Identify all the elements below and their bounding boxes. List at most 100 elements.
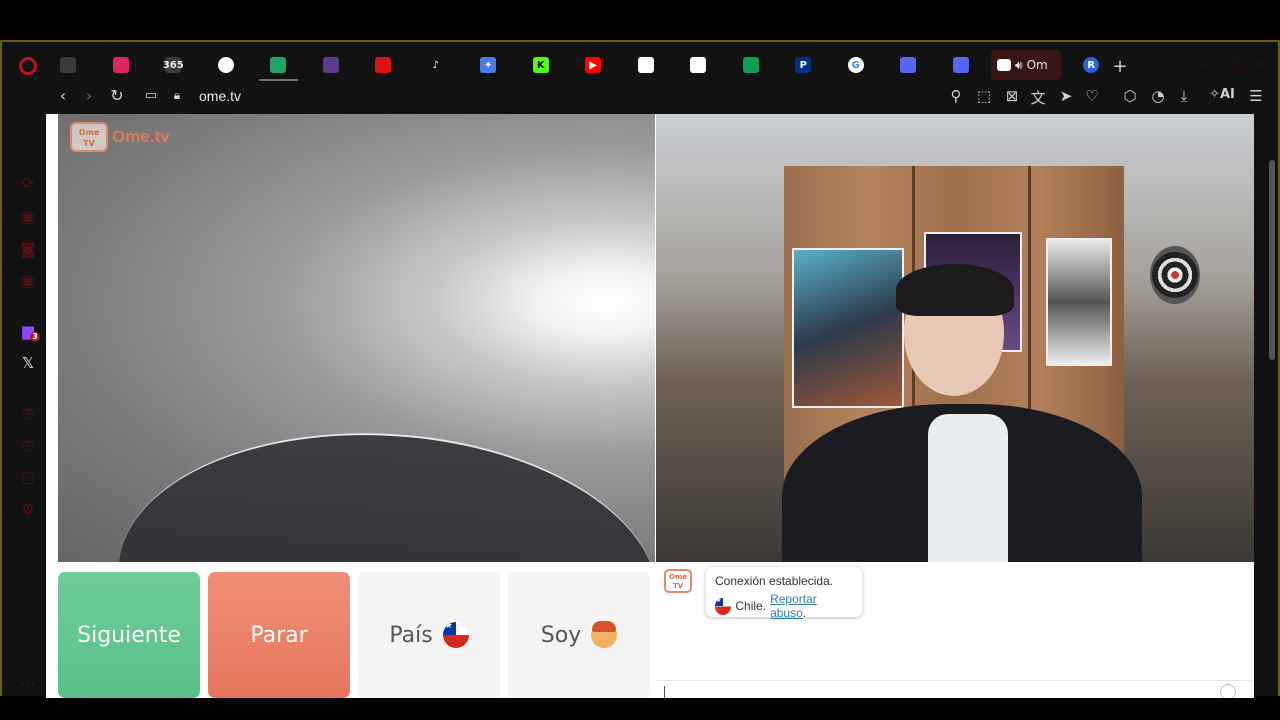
next-button[interactable]: Siguiente	[58, 572, 200, 698]
search-tabs-icon[interactable]: ⌕	[1168, 58, 1175, 73]
logo-text: Ome.tv	[112, 127, 170, 146]
tab[interactable]: ♪	[410, 50, 463, 80]
red-circle-icon	[375, 57, 392, 73]
sidebar-settings-icon[interactable]: ⚙	[18, 500, 38, 520]
menu-icon[interactable]: ☰	[1246, 87, 1266, 105]
tab[interactable]: K	[515, 50, 568, 80]
tab[interactable]: P	[777, 50, 830, 80]
extensions-icon[interactable]: ⬡	[1120, 87, 1140, 105]
sidebar-chat-icon[interactable]: ◙	[18, 240, 38, 260]
twitch-icon[interactable]: ▆ 3	[18, 322, 40, 342]
chile-flag-icon	[715, 597, 732, 615]
poster	[792, 248, 904, 408]
google-icon: G	[847, 57, 864, 73]
tab-strip: 365 ♪ ✦ K ▶ P G 🔊︎ Om R	[42, 50, 1118, 81]
self-video	[656, 114, 1254, 562]
tab[interactable]	[95, 50, 148, 80]
sidebar-box-icon[interactable]: ▢	[18, 468, 38, 488]
tab[interactable]	[725, 50, 778, 80]
sidebar-history-icon[interactable]: ◷	[18, 404, 38, 424]
new-tab-button[interactable]: +	[1110, 56, 1130, 77]
country-button[interactable]: País	[358, 572, 500, 698]
ometv-logo-icon: Ome TV	[70, 122, 108, 152]
maximize-button[interactable]: ❐	[1228, 58, 1240, 73]
tab[interactable]	[252, 50, 305, 81]
tab[interactable]	[882, 50, 935, 80]
tinder-icon	[112, 57, 129, 73]
translate-icon[interactable]: 文	[1028, 87, 1048, 108]
tab[interactable]: 365	[147, 50, 200, 80]
365-icon: 365	[163, 57, 184, 73]
ai-label: AI	[1220, 87, 1235, 102]
star-circle-icon	[217, 57, 234, 73]
url-field[interactable]: ome.tv	[199, 88, 241, 104]
active-tab-label: Om	[1026, 58, 1048, 72]
sidebar-clock-icon[interactable]: ◴	[18, 436, 38, 456]
tab[interactable]	[935, 50, 988, 80]
dartboard	[1150, 246, 1200, 304]
github-icon	[637, 57, 654, 73]
stop-button-label: Parar	[250, 622, 308, 648]
profile-icon[interactable]: ◔	[1148, 87, 1168, 105]
logo-badge-bottom: TV	[83, 139, 95, 148]
sheets-icon	[742, 57, 759, 73]
r-letter-icon: R	[1083, 57, 1100, 73]
camera-icon[interactable]: ▭	[140, 88, 162, 103]
video-shape	[108, 415, 655, 562]
google-drive-icon	[270, 57, 287, 73]
discord-icon	[952, 57, 969, 73]
heart-icon[interactable]: ♡	[1082, 87, 1102, 105]
opera-logo-icon[interactable]	[19, 57, 37, 75]
download-icon[interactable]: ⤓	[1174, 87, 1194, 105]
tab[interactable]: G	[830, 50, 883, 80]
tiktok-icon: ♪	[427, 57, 444, 73]
scrollbar-thumb[interactable]	[1269, 160, 1275, 360]
tab[interactable]	[42, 50, 95, 80]
tab[interactable]: ✦	[462, 50, 515, 80]
chat-avatar-top: Ome	[669, 573, 687, 581]
sidebar-arrow-icon[interactable]: ⟳	[18, 174, 38, 194]
page-scrollbar[interactable]	[1268, 156, 1276, 696]
sidebar-music-icon[interactable]: ▣	[18, 272, 38, 292]
close-window-button[interactable]: ✕	[1256, 58, 1267, 73]
tab[interactable]: ▶	[567, 50, 620, 80]
adblock-icon[interactable]: ⊠	[1002, 87, 1022, 105]
tab[interactable]	[200, 50, 253, 80]
gender-button[interactable]: Soy	[508, 572, 650, 698]
paypal-icon: P	[795, 57, 812, 73]
globe-icon	[322, 57, 339, 73]
logo-badge-top: Ome	[78, 128, 100, 137]
chile-flag-icon	[442, 622, 469, 648]
tab[interactable]	[672, 50, 725, 80]
tab[interactable]	[305, 50, 358, 80]
x-icon[interactable]: 𝕏	[18, 354, 38, 374]
system-message: Conexión establecida. Chile. Reportar ab…	[706, 567, 862, 620]
controls-panel: Siguiente Parar País Soy	[58, 572, 655, 698]
connection-status: Conexión establecida.	[715, 574, 834, 588]
pin-icon[interactable]: ⚲	[946, 87, 966, 105]
minimize-button[interactable]: —	[1200, 58, 1213, 73]
reload-button[interactable]: ↻	[106, 86, 128, 105]
kick-icon: K	[532, 57, 549, 73]
youtube-icon: ▶	[585, 57, 602, 73]
tab[interactable]	[357, 50, 410, 80]
sidebar-more-icon[interactable]: ⋯	[18, 674, 38, 694]
back-button[interactable]: ‹	[52, 86, 74, 105]
report-suffix: .	[802, 606, 807, 620]
tab[interactable]	[620, 50, 673, 80]
emoji-icon[interactable]	[1220, 684, 1236, 698]
ometv-tab-icon	[997, 59, 1011, 71]
chat-input[interactable]	[664, 686, 665, 698]
forward-button[interactable]: ›	[78, 86, 100, 105]
ometv-chat-avatar-icon: Ome TV	[664, 569, 692, 593]
ai-button[interactable]: ✧AI	[1202, 87, 1242, 102]
gemini-icon: ✦	[480, 57, 497, 73]
send-icon[interactable]: ➤	[1056, 87, 1076, 105]
stop-button[interactable]: Parar	[208, 572, 350, 698]
speaker-icon[interactable]: 🔊︎	[1015, 58, 1023, 73]
ometv-logo[interactable]: Ome TV Ome.tv	[70, 122, 170, 152]
active-tab[interactable]: 🔊︎ Om	[991, 50, 1061, 80]
sidebar-bag-icon[interactable]: ▣	[18, 208, 38, 228]
report-abuse-link[interactable]: Reportar abuso	[770, 592, 817, 620]
screenshot-icon[interactable]: ⬚	[974, 87, 994, 105]
